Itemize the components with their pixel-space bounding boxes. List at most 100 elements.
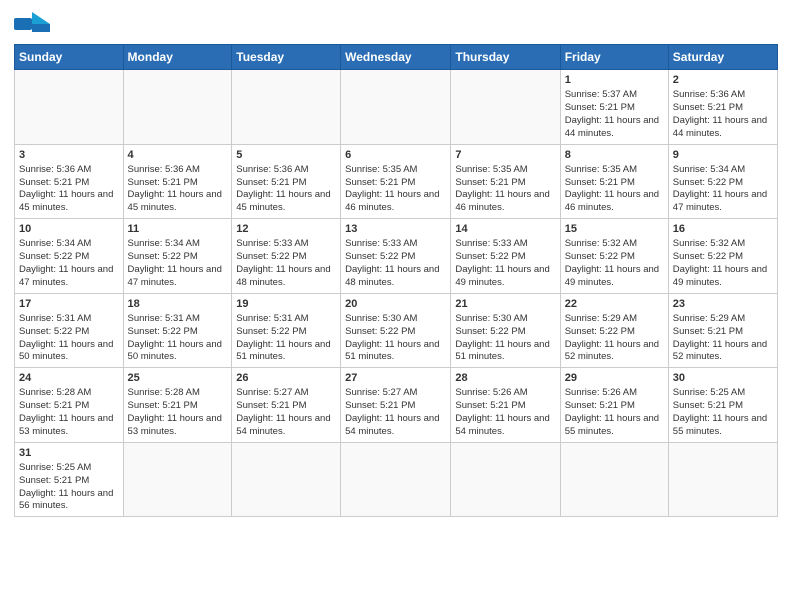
day-number: 23 [673,297,773,311]
calendar-cell: 16Sunrise: 5:32 AM Sunset: 5:22 PM Dayli… [668,219,777,294]
calendar-week-row: 1 Sunrise: 5:37 AM Sunset: 5:21 PM Daylig… [15,70,778,145]
day-info: Sunrise: 5:27 AM Sunset: 5:21 PM Dayligh… [236,387,336,438]
weekday-header-tuesday: Tuesday [232,45,341,70]
calendar-cell: 23 Sunrise: 5:29 AM Sunset: 5:21 PM Dayli… [668,293,777,368]
calendar-cell: 4 Sunrise: 5:36 AM Sunset: 5:21 PM Daylig… [123,144,232,219]
day-info: Sunrise: 5:29 AM Sunset: 5:22 PM Dayligh… [565,313,664,364]
day-number: 27 [345,371,446,385]
calendar-cell: 15Sunrise: 5:32 AM Sunset: 5:22 PM Dayli… [560,219,668,294]
calendar-cell: 14 Sunrise: 5:33 AM Sunset: 5:22 PM Dayli… [451,219,560,294]
weekday-header-wednesday: Wednesday [341,45,451,70]
calendar-table: SundayMondayTuesdayWednesdayThursdayFrid… [14,44,778,517]
calendar-cell [15,70,124,145]
calendar-cell [341,442,451,517]
logo-area [14,10,54,38]
day-number: 15 [565,222,664,236]
day-number: 1 [565,73,664,87]
day-number: 13 [345,222,446,236]
calendar-cell [232,442,341,517]
calendar-cell: 29Sunrise: 5:26 AM Sunset: 5:21 PM Dayli… [560,368,668,443]
calendar-week-row: 24 Sunrise: 5:28 AM Sunset: 5:21 PM Dayli… [15,368,778,443]
day-number: 11 [128,222,228,236]
day-info: Sunrise: 5:31 AM Sunset: 5:22 PM Dayligh… [236,313,336,364]
calendar-cell [341,70,451,145]
weekday-header-monday: Monday [123,45,232,70]
calendar-cell: 6Sunrise: 5:35 AM Sunset: 5:21 PM Daylig… [341,144,451,219]
day-number: 24 [19,371,119,385]
calendar-cell: 20 Sunrise: 5:30 AM Sunset: 5:22 PM Dayli… [341,293,451,368]
day-number: 19 [236,297,336,311]
day-info: Sunrise: 5:25 AM Sunset: 5:21 PM Dayligh… [19,462,119,513]
day-number: 10 [19,222,119,236]
day-info: Sunrise: 5:28 AM Sunset: 5:21 PM Dayligh… [128,387,228,438]
calendar-cell: 3 Sunrise: 5:36 AM Sunset: 5:21 PM Daylig… [15,144,124,219]
day-number: 14 [455,222,555,236]
calendar-cell: 26Sunrise: 5:27 AM Sunset: 5:21 PM Dayli… [232,368,341,443]
day-number: 2 [673,73,773,87]
day-number: 5 [236,148,336,162]
day-number: 4 [128,148,228,162]
calendar-cell: 17 Sunrise: 5:31 AM Sunset: 5:22 PM Dayli… [15,293,124,368]
day-info: Sunrise: 5:35 AM Sunset: 5:21 PM Dayligh… [455,164,555,215]
calendar-cell [232,70,341,145]
day-number: 17 [19,297,119,311]
day-info: Sunrise: 5:36 AM Sunset: 5:21 PM Dayligh… [128,164,228,215]
calendar-cell: 8Sunrise: 5:35 AM Sunset: 5:21 PM Daylig… [560,144,668,219]
day-number: 22 [565,297,664,311]
day-number: 20 [345,297,446,311]
calendar-cell: 18 Sunrise: 5:31 AM Sunset: 5:22 PM Dayli… [123,293,232,368]
calendar-cell: 11 Sunrise: 5:34 AM Sunset: 5:22 PM Dayli… [123,219,232,294]
calendar-cell: 22 Sunrise: 5:29 AM Sunset: 5:22 PM Dayli… [560,293,668,368]
day-info: Sunrise: 5:35 AM Sunset: 5:21 PM Dayligh… [565,164,664,215]
day-info: Sunrise: 5:25 AM Sunset: 5:21 PM Dayligh… [673,387,773,438]
page: SundayMondayTuesdayWednesdayThursdayFrid… [0,0,792,612]
day-info: Sunrise: 5:37 AM Sunset: 5:21 PM Dayligh… [565,89,664,140]
header [14,10,778,38]
calendar-cell: 1 Sunrise: 5:37 AM Sunset: 5:21 PM Daylig… [560,70,668,145]
calendar-cell: 12Sunrise: 5:33 AM Sunset: 5:22 PM Dayli… [232,219,341,294]
day-info: Sunrise: 5:34 AM Sunset: 5:22 PM Dayligh… [19,238,119,289]
calendar-cell: 2 Sunrise: 5:36 AM Sunset: 5:21 PM Daylig… [668,70,777,145]
weekday-header-saturday: Saturday [668,45,777,70]
day-info: Sunrise: 5:30 AM Sunset: 5:22 PM Dayligh… [345,313,446,364]
calendar-cell: 30 Sunrise: 5:25 AM Sunset: 5:21 PM Dayli… [668,368,777,443]
day-info: Sunrise: 5:29 AM Sunset: 5:21 PM Dayligh… [673,313,773,364]
calendar-cell: 31 Sunrise: 5:25 AM Sunset: 5:21 PM Dayli… [15,442,124,517]
day-info: Sunrise: 5:33 AM Sunset: 5:22 PM Dayligh… [455,238,555,289]
weekday-header-row: SundayMondayTuesdayWednesdayThursdayFrid… [15,45,778,70]
day-number: 3 [19,148,119,162]
day-info: Sunrise: 5:34 AM Sunset: 5:22 PM Dayligh… [128,238,228,289]
day-info: Sunrise: 5:26 AM Sunset: 5:21 PM Dayligh… [455,387,555,438]
day-info: Sunrise: 5:28 AM Sunset: 5:21 PM Dayligh… [19,387,119,438]
weekday-header-friday: Friday [560,45,668,70]
day-number: 7 [455,148,555,162]
calendar-cell: 13 Sunrise: 5:33 AM Sunset: 5:22 PM Dayli… [341,219,451,294]
day-info: Sunrise: 5:31 AM Sunset: 5:22 PM Dayligh… [128,313,228,364]
day-info: Sunrise: 5:36 AM Sunset: 5:21 PM Dayligh… [673,89,773,140]
day-info: Sunrise: 5:31 AM Sunset: 5:22 PM Dayligh… [19,313,119,364]
calendar-cell [123,70,232,145]
day-info: Sunrise: 5:26 AM Sunset: 5:21 PM Dayligh… [565,387,664,438]
day-number: 18 [128,297,228,311]
generalblue-logo-icon [14,10,50,38]
day-number: 31 [19,446,119,460]
day-info: Sunrise: 5:33 AM Sunset: 5:22 PM Dayligh… [345,238,446,289]
calendar-cell: 19 Sunrise: 5:31 AM Sunset: 5:22 PM Dayli… [232,293,341,368]
day-info: Sunrise: 5:34 AM Sunset: 5:22 PM Dayligh… [673,164,773,215]
calendar-week-row: 17 Sunrise: 5:31 AM Sunset: 5:22 PM Dayli… [15,293,778,368]
day-info: Sunrise: 5:36 AM Sunset: 5:21 PM Dayligh… [19,164,119,215]
day-number: 30 [673,371,773,385]
calendar-cell: 9Sunrise: 5:34 AM Sunset: 5:22 PM Daylig… [668,144,777,219]
day-info: Sunrise: 5:33 AM Sunset: 5:22 PM Dayligh… [236,238,336,289]
calendar-week-row: 31 Sunrise: 5:25 AM Sunset: 5:21 PM Dayli… [15,442,778,517]
day-number: 21 [455,297,555,311]
day-info: Sunrise: 5:35 AM Sunset: 5:21 PM Dayligh… [345,164,446,215]
calendar-cell [560,442,668,517]
calendar-cell: 21Sunrise: 5:30 AM Sunset: 5:22 PM Dayli… [451,293,560,368]
calendar-cell: 5Sunrise: 5:36 AM Sunset: 5:21 PM Daylig… [232,144,341,219]
calendar-cell: 27Sunrise: 5:27 AM Sunset: 5:21 PM Dayli… [341,368,451,443]
day-number: 16 [673,222,773,236]
calendar-cell: 25Sunrise: 5:28 AM Sunset: 5:21 PM Dayli… [123,368,232,443]
calendar-cell: 7 Sunrise: 5:35 AM Sunset: 5:21 PM Daylig… [451,144,560,219]
weekday-header-sunday: Sunday [15,45,124,70]
